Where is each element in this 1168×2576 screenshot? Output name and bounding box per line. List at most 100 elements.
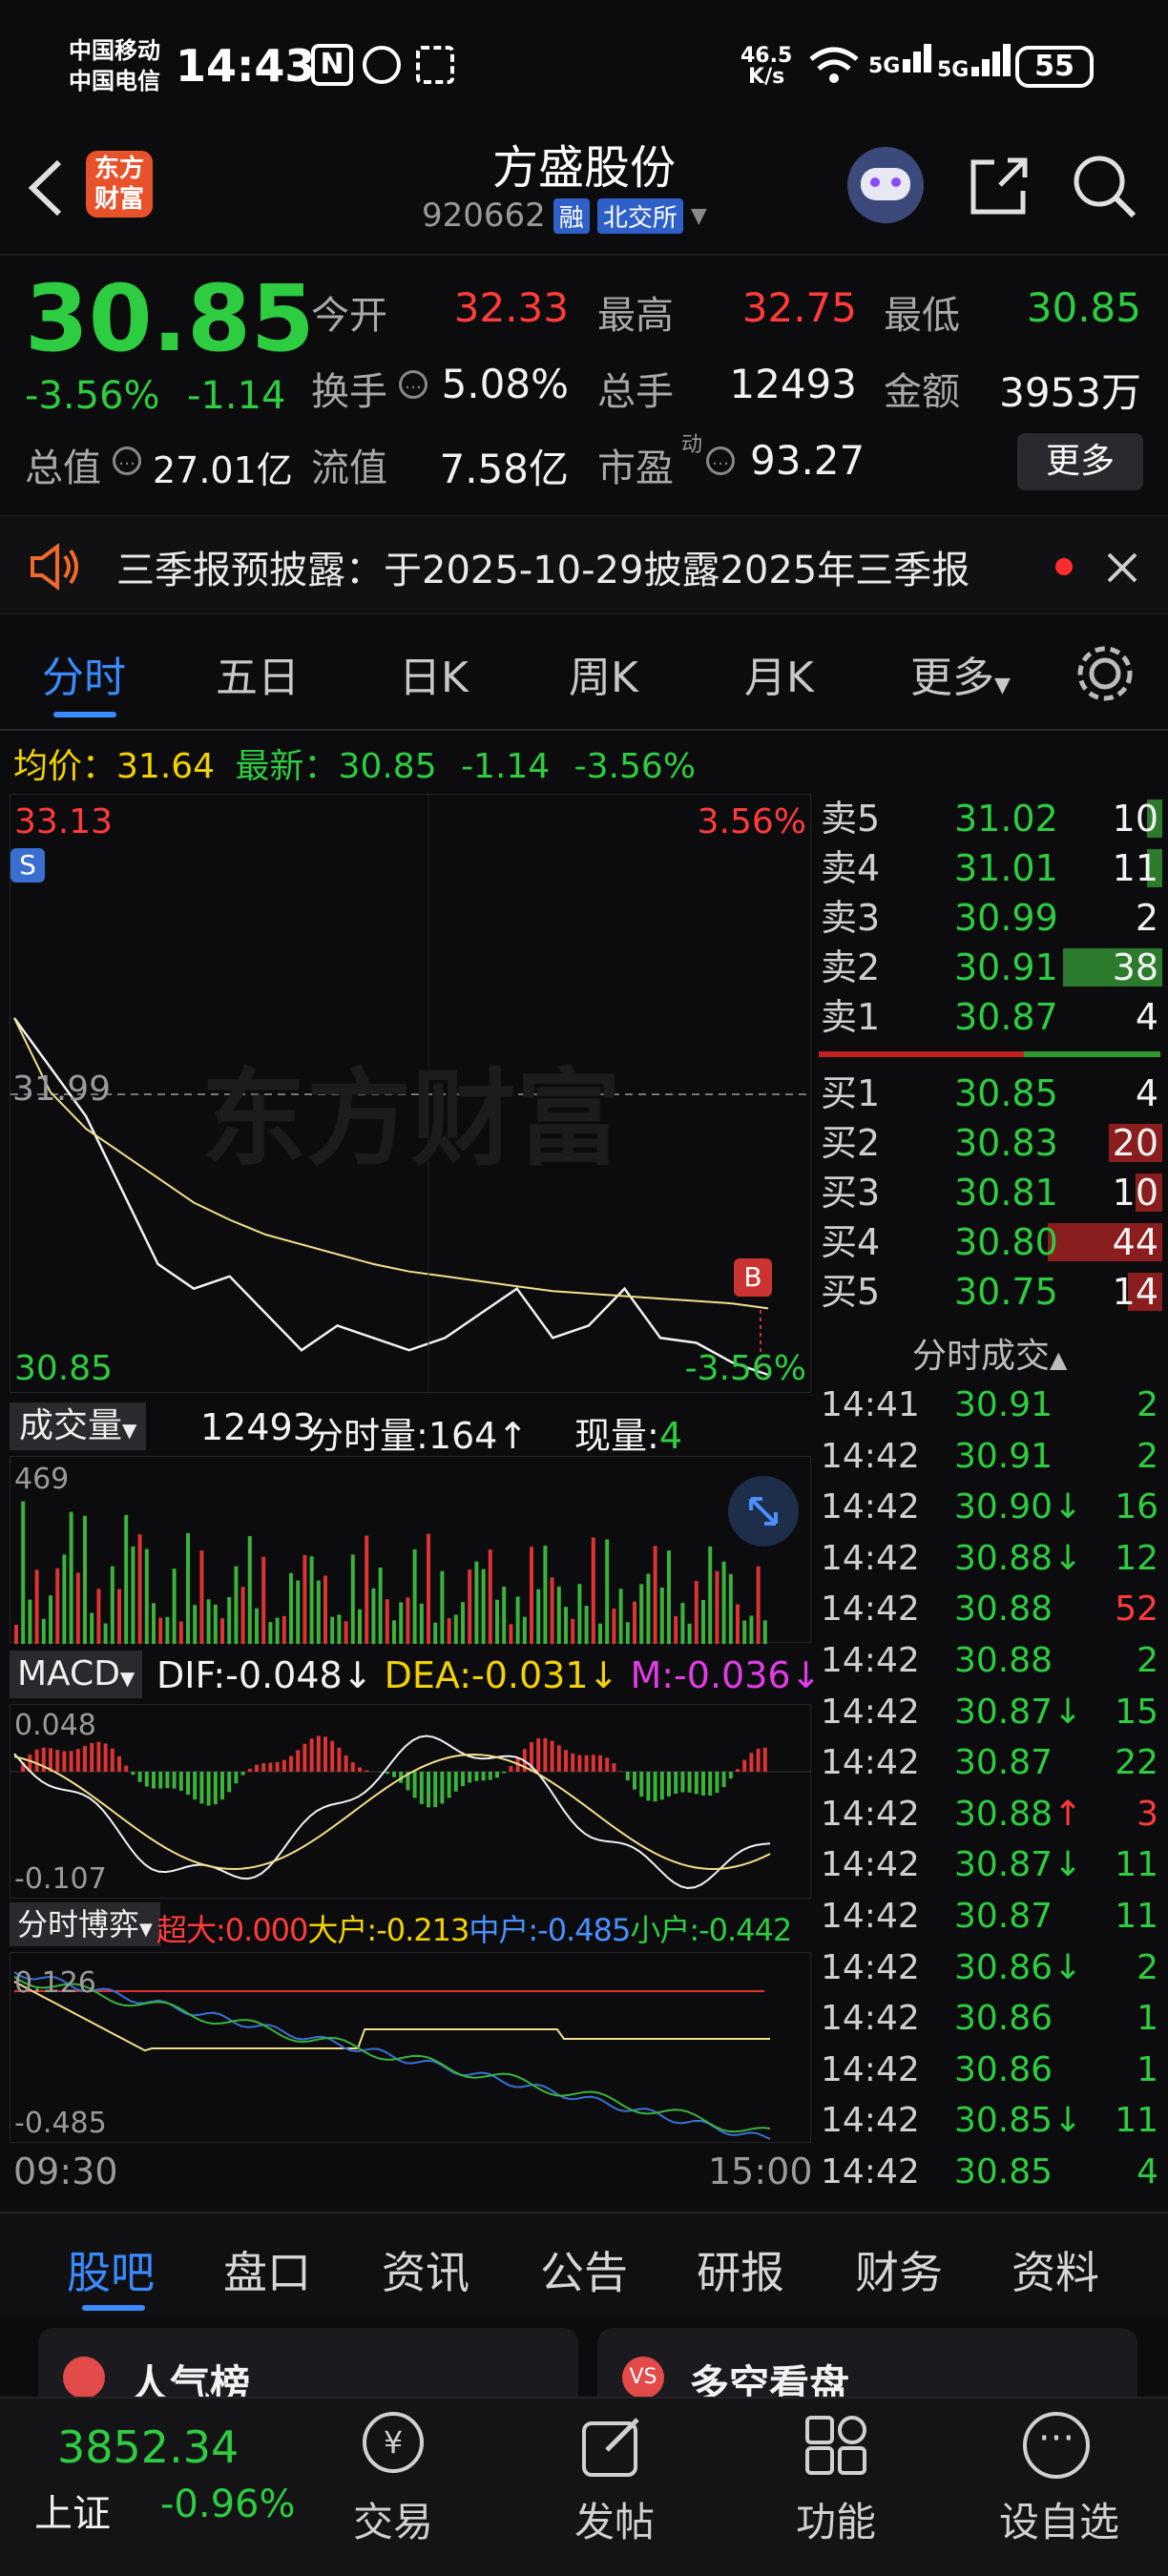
close-icon[interactable] [1103,549,1141,587]
macd-bar [124,1765,129,1772]
ask-row[interactable]: 卖5 31.02 10 [817,794,1162,843]
status-bar: 中国移动 中国电信 14:43 N 46.5 K/s 5G 5G 55 [0,0,1168,134]
volume-bar [309,1556,314,1644]
watermark: 东方财富 [201,1058,621,1180]
flow-selector[interactable]: 分时博弈▼ [10,1902,160,1946]
info-icon[interactable]: … [706,447,735,475]
trade-icon[interactable]: ¥ [355,2412,431,2479]
trade-time: 14:42 [821,2101,920,2141]
dif-line [13,1735,771,1889]
settings-icon[interactable] [1074,643,1136,704]
trade-price: 30.87 [954,1743,1053,1783]
ask-row[interactable]: 卖4 31.01 11 [817,843,1162,893]
macd-bar [474,1772,479,1781]
index-change[interactable]: -0.96% [160,2483,296,2526]
chevron-down-icon[interactable]: ▼ [691,204,707,228]
subtab-research[interactable]: 研报 [697,2238,784,2301]
trade-arrow-icon: ↓ [1053,2101,1083,2141]
tab-monthly-k[interactable]: 月K [744,643,814,704]
volume-bar [530,1547,533,1644]
nav-post[interactable]: 发帖 [557,2490,672,2548]
flow-big: 大户:-0.213 [307,1912,469,1948]
open-value: 32.33 [453,284,569,331]
clock: 14:43 [176,40,316,92]
notice-bar[interactable]: 三季报预披露：于2025-10-29披露2025年三季报 [0,515,1168,614]
ask-row[interactable]: 卖3 30.99 2 [817,893,1162,943]
info-tabs: 股吧 盘口 资讯 公告 研报 财务 资料 [0,2212,1168,2316]
macd-bar [158,1772,163,1789]
buy-marker[interactable]: B [734,1258,772,1297]
share-icon[interactable] [966,153,1032,219]
info-icon[interactable]: … [399,370,428,399]
macd-ymax: 0.048 [14,1709,96,1742]
macd-dif: DIF:-0.048 [156,1654,343,1696]
volume-chart-svg [14,1501,767,1644]
sell-marker[interactable]: S [10,848,45,883]
volume-bar [350,1554,355,1644]
flow-chart[interactable]: 0.126 -0.485 [10,1952,811,2143]
subtab-guba[interactable]: 股吧 [67,2238,155,2301]
pct-min-label: -3.56% [684,1349,806,1388]
subtab-finance[interactable]: 财务 [855,2238,943,2301]
trade-qty: 16 [1115,1487,1158,1527]
subtab-announcements[interactable]: 公告 [540,2238,628,2301]
nav-functions[interactable]: 功能 [779,2490,893,2548]
functions-icon[interactable] [803,2414,870,2481]
divider [0,729,1168,731]
tab-intraday[interactable]: 分时 [42,643,126,704]
minute-volume-label: 分时量: [307,1415,428,1457]
ask-row[interactable]: 卖2 30.91 38 [817,943,1162,992]
macd-selector[interactable]: MACD▼ [10,1651,143,1698]
ask-row[interactable]: 卖1 30.87 4 [817,992,1162,1042]
volume-bar [90,1612,94,1644]
index-name[interactable]: 上证 [34,2483,111,2538]
trades-title[interactable]: 分时成交▲ [912,1328,1067,1378]
trade-time: 14:42 [821,2049,920,2089]
back-icon[interactable] [21,155,69,221]
tab-more[interactable]: 更多▼ [910,643,1011,704]
post-icon[interactable] [580,2416,647,2483]
bid-row[interactable]: 买1 30.85 4 [817,1069,1162,1118]
signal-5g-1-icon: 5G [868,44,932,78]
volume-bar [172,1568,177,1644]
tab-daily-k[interactable]: 日K [399,643,469,704]
intraday-chart[interactable]: 东方财富 33.13 3.56% 31.99 30.85 -3.56% S B [10,794,812,1394]
macd-bar [598,1755,602,1772]
logo-line-1: 东方 [94,155,144,183]
volume-selector[interactable]: 成交量▼ [10,1402,147,1450]
bid-row[interactable]: 买4 30.80 44 [817,1217,1162,1267]
trade-time: 14:42 [821,1538,920,1578]
tab-weekly-k[interactable]: 周K [569,643,638,704]
subtab-news[interactable]: 资讯 [382,2238,469,2301]
bull-bear-card[interactable]: VS 多空看盘 [597,2328,1137,2408]
popularity-card[interactable]: 人气榜 [38,2328,578,2408]
high-label: 最高 [597,294,674,338]
volume-bar [453,1614,458,1644]
info-icon[interactable]: … [113,447,141,475]
search-icon[interactable] [1071,153,1139,221]
subtab-pankou[interactable]: 盘口 [223,2238,311,2301]
trades-list[interactable]: 14:41 30.91 2 14:42 30.91 2 14:42 30.90 ↓ 16 14:42… [817,1380,1168,2204]
more-dots-icon[interactable]: ··· [1023,2412,1090,2479]
bid-row[interactable]: 买2 30.83 20 [817,1118,1162,1168]
volume-bar [667,1550,671,1644]
index-value[interactable]: 3852.34 [57,2421,239,2473]
subtab-profile[interactable]: 资料 [1012,2238,1099,2301]
volume-bar [316,1580,321,1644]
more-button[interactable]: 更多 [1017,433,1143,490]
ai-assistant-icon[interactable] [847,147,924,223]
macd-bar [275,1761,280,1772]
nav-trade[interactable]: 交易 [336,2490,450,2548]
expand-icon[interactable] [728,1476,799,1547]
tab-5day[interactable]: 五日 [216,643,300,704]
flow-super: 超大:0.000 [156,1912,308,1948]
bid-label: 买4 [821,1221,881,1263]
margin-tag: 融 [553,197,590,234]
bid-row[interactable]: 买5 30.75 14 [817,1267,1162,1317]
nav-add-watchlist[interactable]: 设自选 [983,2490,1136,2548]
trade-time: 14:42 [821,1897,920,1936]
bid-row[interactable]: 买3 30.81 10 [817,1168,1162,1217]
volume-chart[interactable]: 469 [10,1456,811,1644]
macd-chart[interactable]: 0.048 -0.107 [10,1704,812,1899]
trade-row: 14:42 30.86 1 [817,1993,1162,2045]
